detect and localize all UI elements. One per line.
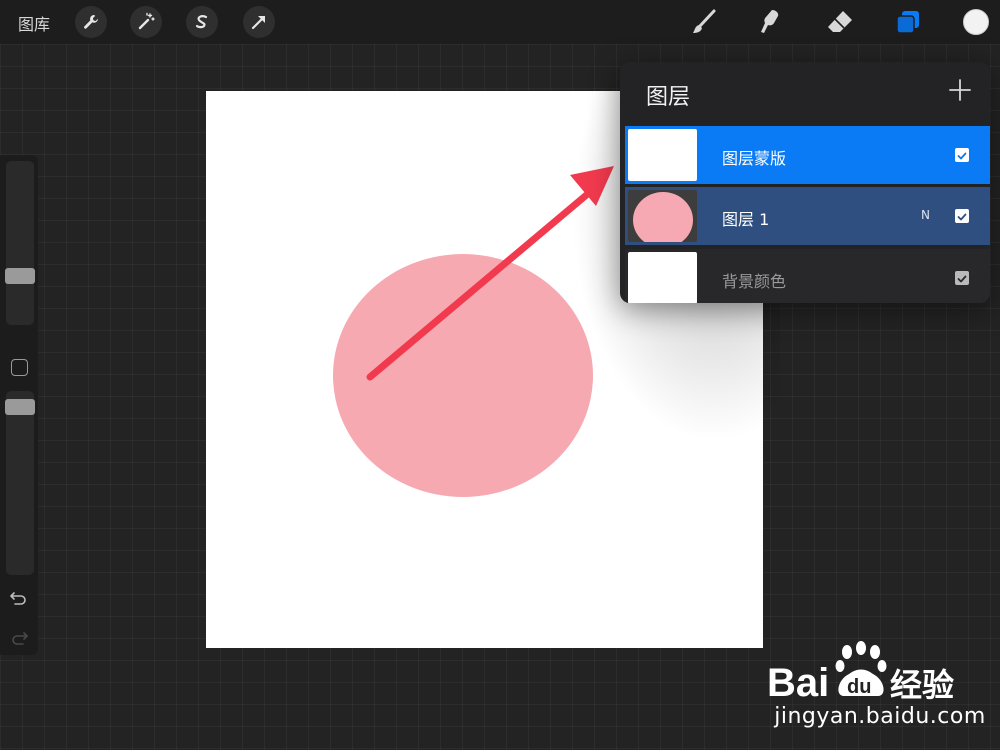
- magic-wand-icon: [138, 12, 155, 30]
- undo-icon[interactable]: [9, 589, 29, 607]
- add-layer-icon[interactable]: [946, 76, 974, 104]
- smudge-button[interactable]: [752, 6, 788, 38]
- transform-button[interactable]: [243, 6, 275, 38]
- baidu-watermark: Bai 经验 du jingyan.baidu.com: [765, 640, 995, 745]
- layers-panel-title: 图层: [646, 85, 691, 110]
- layer-name: 图层 1: [722, 210, 770, 229]
- brush-size-thumb[interactable]: [5, 267, 35, 284]
- eraser-icon: [828, 11, 852, 32]
- selection-s-icon: [195, 15, 208, 29]
- svg-text:du: du: [847, 676, 871, 698]
- layer-name: 背景颜色: [722, 272, 787, 291]
- move-arrow-icon: [251, 16, 265, 30]
- smudge-icon: [761, 10, 779, 33]
- layer-thumbnail: [628, 190, 697, 242]
- layer-thumbnail: [628, 129, 697, 181]
- brush-button[interactable]: [686, 6, 722, 38]
- checkmark-icon: [957, 152, 967, 160]
- color-picker[interactable]: [963, 9, 989, 35]
- brush-size-slider[interactable]: [6, 161, 34, 325]
- top-toolbar: 图库: [0, 0, 1000, 44]
- layer-visibility-checkbox[interactable]: [955, 209, 969, 223]
- redo-icon[interactable]: [9, 629, 29, 647]
- checkmark-icon: [957, 213, 967, 221]
- left-sidebar: [0, 155, 38, 655]
- layers-icon: [896, 11, 919, 34]
- modify-square-button[interactable]: [11, 359, 28, 376]
- opacity-thumb[interactable]: [5, 399, 35, 416]
- svg-text:经验: 经验: [890, 666, 954, 704]
- layer-row-mask[interactable]: 图层蒙版: [625, 126, 990, 184]
- layer-row-background-color[interactable]: 背景颜色: [625, 249, 990, 303]
- layers-button[interactable]: [890, 6, 926, 38]
- wrench-icon: [84, 15, 98, 29]
- actions-button[interactable]: [75, 6, 107, 38]
- brush-icon: [693, 9, 716, 33]
- opacity-slider[interactable]: [6, 391, 34, 575]
- layer-thumbnail: [628, 252, 697, 303]
- layer-visibility-checkbox[interactable]: [955, 271, 969, 285]
- adjustments-button[interactable]: [130, 6, 162, 38]
- layer-name: 图层蒙版: [722, 149, 787, 168]
- checkmark-icon: [957, 275, 967, 283]
- watermark-url: jingyan.baidu.com: [774, 704, 986, 729]
- eraser-button[interactable]: [822, 6, 858, 38]
- layer-row-layer-1[interactable]: 图层 1 N: [625, 187, 990, 245]
- baidu-jingyan-logo: Bai 经验 du: [767, 641, 954, 705]
- layers-panel: 图层 图层蒙版 图层 1 N 背景颜色: [620, 62, 990, 303]
- svg-text:Bai: Bai: [767, 661, 829, 704]
- pink-circle-shape: [333, 254, 593, 497]
- blend-mode-button[interactable]: N: [921, 208, 930, 222]
- layer-visibility-checkbox[interactable]: [955, 148, 969, 162]
- thumbnail-circle: [633, 192, 693, 242]
- selection-button[interactable]: [186, 6, 218, 38]
- gallery-button[interactable]: 图库: [18, 11, 50, 35]
